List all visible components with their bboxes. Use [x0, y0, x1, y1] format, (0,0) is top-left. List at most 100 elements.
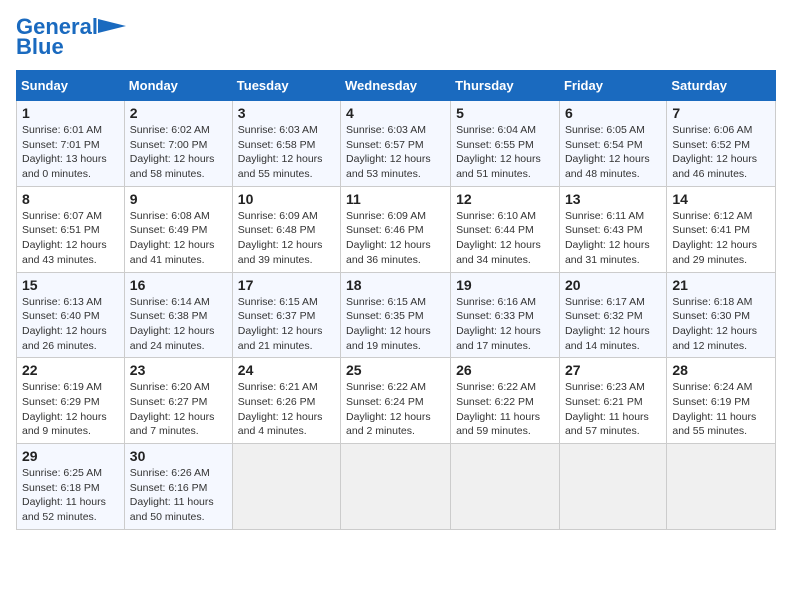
day-number: 20 [565, 277, 661, 293]
calendar-cell: 24 Sunrise: 6:21 AMSunset: 6:26 PMDayligh… [232, 358, 340, 444]
day-info: Sunrise: 6:09 AMSunset: 6:46 PMDaylight:… [346, 209, 445, 268]
day-number: 15 [22, 277, 119, 293]
day-info: Sunrise: 6:03 AMSunset: 6:58 PMDaylight:… [238, 123, 335, 182]
day-info: Sunrise: 6:18 AMSunset: 6:30 PMDaylight:… [672, 295, 770, 354]
header-saturday: Saturday [667, 71, 776, 101]
day-number: 27 [565, 362, 661, 378]
day-number: 22 [22, 362, 119, 378]
calendar-cell [667, 444, 776, 530]
calendar-cell: 28 Sunrise: 6:24 AMSunset: 6:19 PMDayligh… [667, 358, 776, 444]
day-number: 1 [22, 105, 119, 121]
header-wednesday: Wednesday [341, 71, 451, 101]
day-info: Sunrise: 6:24 AMSunset: 6:19 PMDaylight:… [672, 380, 770, 439]
header-monday: Monday [124, 71, 232, 101]
day-number: 16 [130, 277, 227, 293]
calendar-cell: 1 Sunrise: 6:01 AMSunset: 7:01 PMDaylight… [17, 101, 125, 187]
day-info: Sunrise: 6:11 AMSunset: 6:43 PMDaylight:… [565, 209, 661, 268]
calendar-header-row: SundayMondayTuesdayWednesdayThursdayFrid… [17, 71, 776, 101]
day-number: 28 [672, 362, 770, 378]
day-number: 24 [238, 362, 335, 378]
calendar-cell: 30Sunrise: 6:26 AMSunset: 6:16 PMDayligh… [124, 444, 232, 530]
calendar-cell: 25 Sunrise: 6:22 AMSunset: 6:24 PMDayligh… [341, 358, 451, 444]
day-info: Sunrise: 6:08 AMSunset: 6:49 PMDaylight:… [130, 209, 227, 268]
day-number: 2 [130, 105, 227, 121]
day-info: Sunrise: 6:21 AMSunset: 6:26 PMDaylight:… [238, 380, 335, 439]
day-number: 13 [565, 191, 661, 207]
calendar-week-1: 8Sunrise: 6:07 AMSunset: 6:51 PMDaylight… [17, 186, 776, 272]
day-info: Sunrise: 6:01 AMSunset: 7:01 PMDaylight:… [22, 123, 119, 182]
calendar-cell: 22 Sunrise: 6:19 AMSunset: 6:29 PMDayligh… [17, 358, 125, 444]
calendar-cell: 14 Sunrise: 6:12 AMSunset: 6:41 PMDayligh… [667, 186, 776, 272]
calendar-cell: 4 Sunrise: 6:03 AMSunset: 6:57 PMDaylight… [341, 101, 451, 187]
day-number: 5 [456, 105, 554, 121]
calendar-cell: 2 Sunrise: 6:02 AMSunset: 7:00 PMDaylight… [124, 101, 232, 187]
day-number: 3 [238, 105, 335, 121]
calendar-cell: 3 Sunrise: 6:03 AMSunset: 6:58 PMDaylight… [232, 101, 340, 187]
day-info: Sunrise: 6:03 AMSunset: 6:57 PMDaylight:… [346, 123, 445, 182]
day-info: Sunrise: 6:09 AMSunset: 6:48 PMDaylight:… [238, 209, 335, 268]
day-info: Sunrise: 6:25 AMSunset: 6:18 PMDaylight:… [22, 466, 119, 525]
calendar-cell: 18 Sunrise: 6:15 AMSunset: 6:35 PMDayligh… [341, 272, 451, 358]
calendar-cell: 8Sunrise: 6:07 AMSunset: 6:51 PMDaylight… [17, 186, 125, 272]
calendar-cell [451, 444, 560, 530]
calendar-week-4: 29 Sunrise: 6:25 AMSunset: 6:18 PMDayligh… [17, 444, 776, 530]
day-number: 19 [456, 277, 554, 293]
calendar-cell: 11 Sunrise: 6:09 AMSunset: 6:46 PMDayligh… [341, 186, 451, 272]
calendar-cell: 20 Sunrise: 6:17 AMSunset: 6:32 PMDayligh… [559, 272, 666, 358]
calendar-cell: 15 Sunrise: 6:13 AMSunset: 6:40 PMDayligh… [17, 272, 125, 358]
day-info: Sunrise: 6:16 AMSunset: 6:33 PMDaylight:… [456, 295, 554, 354]
calendar-week-2: 15 Sunrise: 6:13 AMSunset: 6:40 PMDayligh… [17, 272, 776, 358]
day-info: Sunrise: 6:22 AMSunset: 6:24 PMDaylight:… [346, 380, 445, 439]
calendar-cell: 12Sunrise: 6:10 AMSunset: 6:44 PMDayligh… [451, 186, 560, 272]
calendar-cell: 6Sunrise: 6:05 AMSunset: 6:54 PMDaylight… [559, 101, 666, 187]
calendar-week-3: 22 Sunrise: 6:19 AMSunset: 6:29 PMDayligh… [17, 358, 776, 444]
day-number: 25 [346, 362, 445, 378]
day-info: Sunrise: 6:05 AMSunset: 6:54 PMDaylight:… [565, 123, 661, 182]
calendar-cell: 23Sunrise: 6:20 AMSunset: 6:27 PMDayligh… [124, 358, 232, 444]
logo-icon [98, 19, 126, 33]
logo-blue: Blue [16, 34, 64, 60]
calendar-cell: 17Sunrise: 6:15 AMSunset: 6:37 PMDayligh… [232, 272, 340, 358]
calendar-cell: 5Sunrise: 6:04 AMSunset: 6:55 PMDaylight… [451, 101, 560, 187]
day-info: Sunrise: 6:13 AMSunset: 6:40 PMDaylight:… [22, 295, 119, 354]
calendar-cell: 10 Sunrise: 6:09 AMSunset: 6:48 PMDayligh… [232, 186, 340, 272]
calendar-cell: 29 Sunrise: 6:25 AMSunset: 6:18 PMDayligh… [17, 444, 125, 530]
day-info: Sunrise: 6:15 AMSunset: 6:37 PMDaylight:… [238, 295, 335, 354]
calendar-cell: 7 Sunrise: 6:06 AMSunset: 6:52 PMDaylight… [667, 101, 776, 187]
day-number: 4 [346, 105, 445, 121]
day-info: Sunrise: 6:19 AMSunset: 6:29 PMDaylight:… [22, 380, 119, 439]
day-info: Sunrise: 6:14 AMSunset: 6:38 PMDaylight:… [130, 295, 227, 354]
calendar-cell: 13 Sunrise: 6:11 AMSunset: 6:43 PMDayligh… [559, 186, 666, 272]
calendar-cell [232, 444, 340, 530]
day-number: 29 [22, 448, 119, 464]
day-number: 21 [672, 277, 770, 293]
page-header: General Blue [16, 16, 776, 60]
day-info: Sunrise: 6:17 AMSunset: 6:32 PMDaylight:… [565, 295, 661, 354]
header-thursday: Thursday [451, 71, 560, 101]
calendar-cell [559, 444, 666, 530]
day-info: Sunrise: 6:22 AMSunset: 6:22 PMDaylight:… [456, 380, 554, 439]
day-info: Sunrise: 6:26 AMSunset: 6:16 PMDaylight:… [130, 466, 227, 525]
day-number: 11 [346, 191, 445, 207]
calendar-cell: 9Sunrise: 6:08 AMSunset: 6:49 PMDaylight… [124, 186, 232, 272]
day-number: 8 [22, 191, 119, 207]
calendar-cell: 26Sunrise: 6:22 AMSunset: 6:22 PMDayligh… [451, 358, 560, 444]
day-info: Sunrise: 6:06 AMSunset: 6:52 PMDaylight:… [672, 123, 770, 182]
calendar-cell: 16 Sunrise: 6:14 AMSunset: 6:38 PMDayligh… [124, 272, 232, 358]
day-number: 7 [672, 105, 770, 121]
day-number: 23 [130, 362, 227, 378]
day-info: Sunrise: 6:12 AMSunset: 6:41 PMDaylight:… [672, 209, 770, 268]
header-friday: Friday [559, 71, 666, 101]
header-tuesday: Tuesday [232, 71, 340, 101]
day-info: Sunrise: 6:15 AMSunset: 6:35 PMDaylight:… [346, 295, 445, 354]
calendar-week-0: 1 Sunrise: 6:01 AMSunset: 7:01 PMDaylight… [17, 101, 776, 187]
calendar-table: SundayMondayTuesdayWednesdayThursdayFrid… [16, 70, 776, 530]
day-info: Sunrise: 6:02 AMSunset: 7:00 PMDaylight:… [130, 123, 227, 182]
logo: General Blue [16, 16, 126, 60]
day-number: 10 [238, 191, 335, 207]
calendar-cell [341, 444, 451, 530]
day-number: 14 [672, 191, 770, 207]
calendar-cell: 19 Sunrise: 6:16 AMSunset: 6:33 PMDayligh… [451, 272, 560, 358]
day-number: 18 [346, 277, 445, 293]
calendar-cell: 27Sunrise: 6:23 AMSunset: 6:21 PMDayligh… [559, 358, 666, 444]
